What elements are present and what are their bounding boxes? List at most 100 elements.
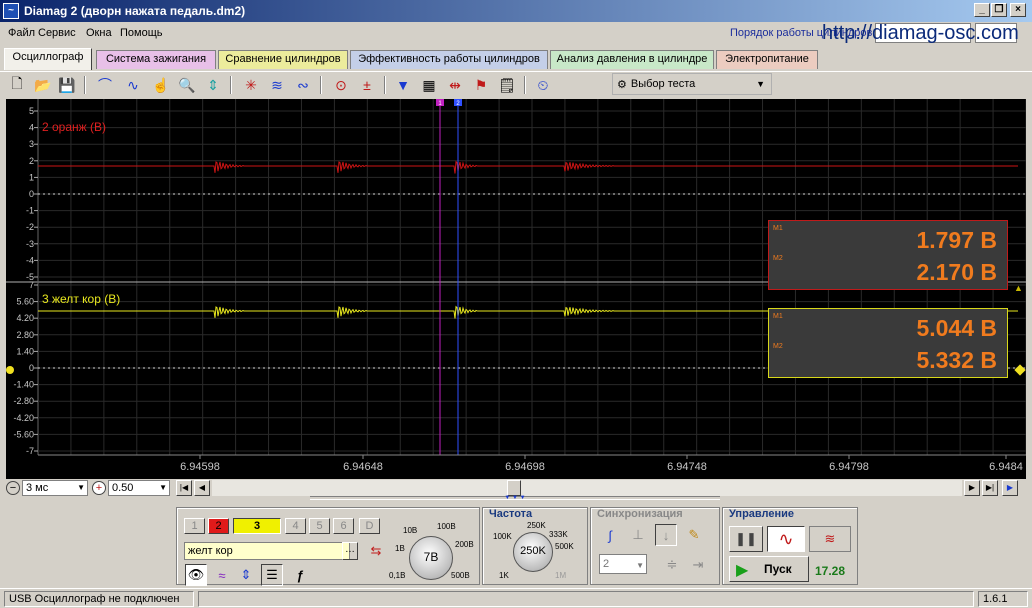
m1-label: M1 bbox=[773, 313, 783, 320]
zoom-out-icon[interactable]: − bbox=[6, 481, 20, 495]
zoom-in-icon[interactable]: + bbox=[92, 481, 106, 495]
frequency-tick-1m: 1M bbox=[555, 571, 567, 580]
channel-button-4[interactable]: 4 bbox=[285, 518, 306, 534]
channel2-y-tick-label: 7 bbox=[29, 280, 34, 290]
sync-position-icon[interactable]: ⇥ bbox=[687, 554, 709, 576]
channel-button-1[interactable]: 1 bbox=[184, 518, 205, 534]
scroll-start-button[interactable]: |◀ bbox=[176, 480, 192, 496]
channel1-y-tick-label: 1 bbox=[29, 172, 34, 182]
toolbar: 🗋 📂 💾 ⌒ ∿ ☝ 🔍 ⇕ ✳ ≋ ∾ ⊙ ± ▼ ▦ ⇹ ⚑ 🗒 ⏲ bbox=[0, 71, 1032, 99]
frequency-knob[interactable]: 250K bbox=[513, 532, 553, 572]
time-scale-select[interactable]: 3 мс ▼ bbox=[22, 480, 88, 496]
channel2-y-tick-label: 5.60 bbox=[16, 297, 34, 307]
menu-windows[interactable]: Окна bbox=[86, 27, 112, 39]
signal-shape-icon[interactable]: ⌒ bbox=[94, 74, 116, 96]
zero-icon[interactable]: ± bbox=[356, 74, 378, 96]
auto-scale-icon[interactable]: ⊙ bbox=[330, 74, 352, 96]
tab-cylinder-efficiency[interactable]: Эффективность работы цилиндров bbox=[350, 50, 548, 69]
channel2-y-tick-label: -5.60 bbox=[13, 429, 34, 439]
channel2-zero-marker-left[interactable] bbox=[6, 366, 14, 374]
horizontal-scrollbar[interactable] bbox=[212, 480, 962, 496]
function-icon[interactable]: ƒ bbox=[289, 564, 311, 586]
x-tick-label: 6.94698 bbox=[505, 461, 545, 473]
sync-rising-icon[interactable]: ∫ bbox=[599, 524, 621, 546]
m1-label: M1 bbox=[773, 225, 783, 232]
channel-button-2[interactable]: 2 bbox=[208, 518, 229, 534]
tab-oscilloscope[interactable]: Осциллограф bbox=[4, 48, 92, 70]
new-file-icon[interactable]: 🗋 bbox=[6, 74, 28, 96]
filter-icon[interactable]: ▼ bbox=[392, 74, 414, 96]
invert-icon[interactable]: ✳ bbox=[240, 74, 262, 96]
channel2-top-marker[interactable]: ▲ bbox=[1014, 283, 1023, 293]
menu-file[interactable]: Файл bbox=[8, 27, 35, 39]
sync-pencil-icon[interactable]: ✎ bbox=[683, 524, 705, 546]
grid-lines-icon[interactable]: ☰ bbox=[261, 564, 283, 586]
notes-icon[interactable]: 🗒 bbox=[496, 74, 518, 96]
zoom-select[interactable]: 0.50 ▼ bbox=[108, 480, 170, 496]
channel-button-digital[interactable]: D bbox=[359, 518, 380, 534]
multi-wave-button[interactable]: ≋ bbox=[809, 526, 851, 552]
frequency-tick-1k: 1K bbox=[499, 571, 509, 580]
eye-icon[interactable]: 👁 bbox=[185, 564, 207, 586]
test-select-dropdown[interactable]: ⚙ Выбор теста ▼ bbox=[612, 73, 772, 95]
channel2-y-tick-label: -7 bbox=[26, 446, 34, 456]
frequency-tick-500k: 500K bbox=[555, 542, 574, 551]
x-tick-label: 6.94648 bbox=[343, 461, 383, 473]
play-scroll-button[interactable]: ▶ bbox=[1002, 480, 1018, 496]
auto-measure-icon[interactable]: ⏲ bbox=[532, 74, 554, 96]
hand-tool-icon[interactable]: ☝ bbox=[150, 74, 172, 96]
tab-ignition[interactable]: Система зажигания bbox=[96, 50, 216, 69]
sync-level-down-icon[interactable]: ↓ bbox=[655, 524, 677, 546]
close-button[interactable]: × bbox=[1010, 3, 1026, 17]
channel-export-icon[interactable]: ⇆ bbox=[365, 540, 387, 562]
fps-value: 17.28 bbox=[815, 564, 846, 578]
save-icon[interactable]: 💾 bbox=[56, 74, 78, 96]
tab-cylinder-compare[interactable]: Сравнение цилиндров bbox=[218, 50, 348, 69]
zoom-icon[interactable]: 🔍 bbox=[176, 74, 198, 96]
channel1-y-tick-label: 5 bbox=[29, 106, 34, 116]
pause-button[interactable]: ❚❚ bbox=[729, 526, 763, 552]
single-wave-button[interactable]: ∿ bbox=[767, 526, 805, 552]
channel2-value-m1: 5.044 В bbox=[916, 315, 997, 341]
channel2-y-tick-label: 0 bbox=[29, 363, 34, 373]
chevron-down-icon: ▼ bbox=[77, 483, 85, 492]
overlay-wave-icon[interactable]: ∾ bbox=[292, 74, 314, 96]
sync-level-icon[interactable]: ≑ bbox=[661, 554, 683, 576]
vertical-shift-icon[interactable]: ⇕ bbox=[235, 564, 257, 586]
cursors-icon[interactable]: ⇹ bbox=[444, 74, 466, 96]
channel-button-6[interactable]: 6 bbox=[333, 518, 354, 534]
scroll-end-button[interactable]: ▶| bbox=[982, 480, 998, 496]
channel-button-5[interactable]: 5 bbox=[309, 518, 330, 534]
channel-button-3[interactable]: 3 bbox=[233, 518, 281, 534]
channel1-readout: M1 M2 1.797 В 2.170 В bbox=[768, 220, 1008, 290]
scroll-right-button[interactable]: ▶ bbox=[964, 480, 980, 496]
open-folder-icon[interactable]: 📂 bbox=[32, 74, 54, 96]
compress-icon[interactable]: ⇕ bbox=[202, 74, 224, 96]
voltage-knob[interactable]: 7В bbox=[409, 536, 453, 580]
menu-service[interactable]: Сервис bbox=[38, 27, 76, 39]
scrollbar-thumb[interactable] bbox=[507, 480, 521, 496]
channel2-y-tick-label: -4.20 bbox=[13, 413, 34, 423]
channel-name-input[interactable]: желт кор bbox=[184, 542, 350, 560]
m2-label: M2 bbox=[773, 343, 783, 350]
tab-bar: Осциллограф Система зажигания Сравнение … bbox=[0, 48, 1032, 70]
table-icon[interactable]: ▦ bbox=[418, 74, 440, 96]
oscilloscope-display[interactable]: 5 4 3 2 1 0 -1 -2 -3 -4 -5 7 5.60 4.20 2.80 1.40 0 -1.40-… bbox=[6, 99, 1026, 479]
control-title: Управление bbox=[729, 508, 795, 520]
tab-power[interactable]: Электропитание bbox=[716, 50, 818, 69]
scroll-left-button[interactable]: ◀ bbox=[194, 480, 210, 496]
tab-cylinder-pressure[interactable]: Анализ давления в цилиндре bbox=[550, 50, 714, 69]
channel-name-browse-button[interactable]: … bbox=[342, 542, 358, 560]
channel1-label: 2 оранж (В) bbox=[42, 120, 107, 134]
multi-wave-icon[interactable]: ≋ bbox=[266, 74, 288, 96]
restore-button[interactable]: ❐ bbox=[991, 3, 1007, 17]
minimize-button[interactable]: _ bbox=[974, 3, 990, 17]
noise-filter-icon[interactable]: ≈ bbox=[211, 564, 233, 586]
flag-icon[interactable]: ⚑ bbox=[470, 74, 492, 96]
menu-help[interactable]: Помощь bbox=[120, 27, 163, 39]
start-button[interactable]: ▶ Пуск bbox=[729, 556, 809, 582]
sync-level-up-icon[interactable]: ⊥ bbox=[627, 524, 649, 546]
control-panel: 1 2 3 4 5 6 D желт кор … ⇆ 👁 ≈ ⇕ ☰ ƒ 10В… bbox=[176, 499, 858, 587]
sync-channel-select[interactable]: 2 ▼ bbox=[599, 554, 647, 574]
waveform-scale-icon[interactable]: ∿ bbox=[122, 74, 144, 96]
